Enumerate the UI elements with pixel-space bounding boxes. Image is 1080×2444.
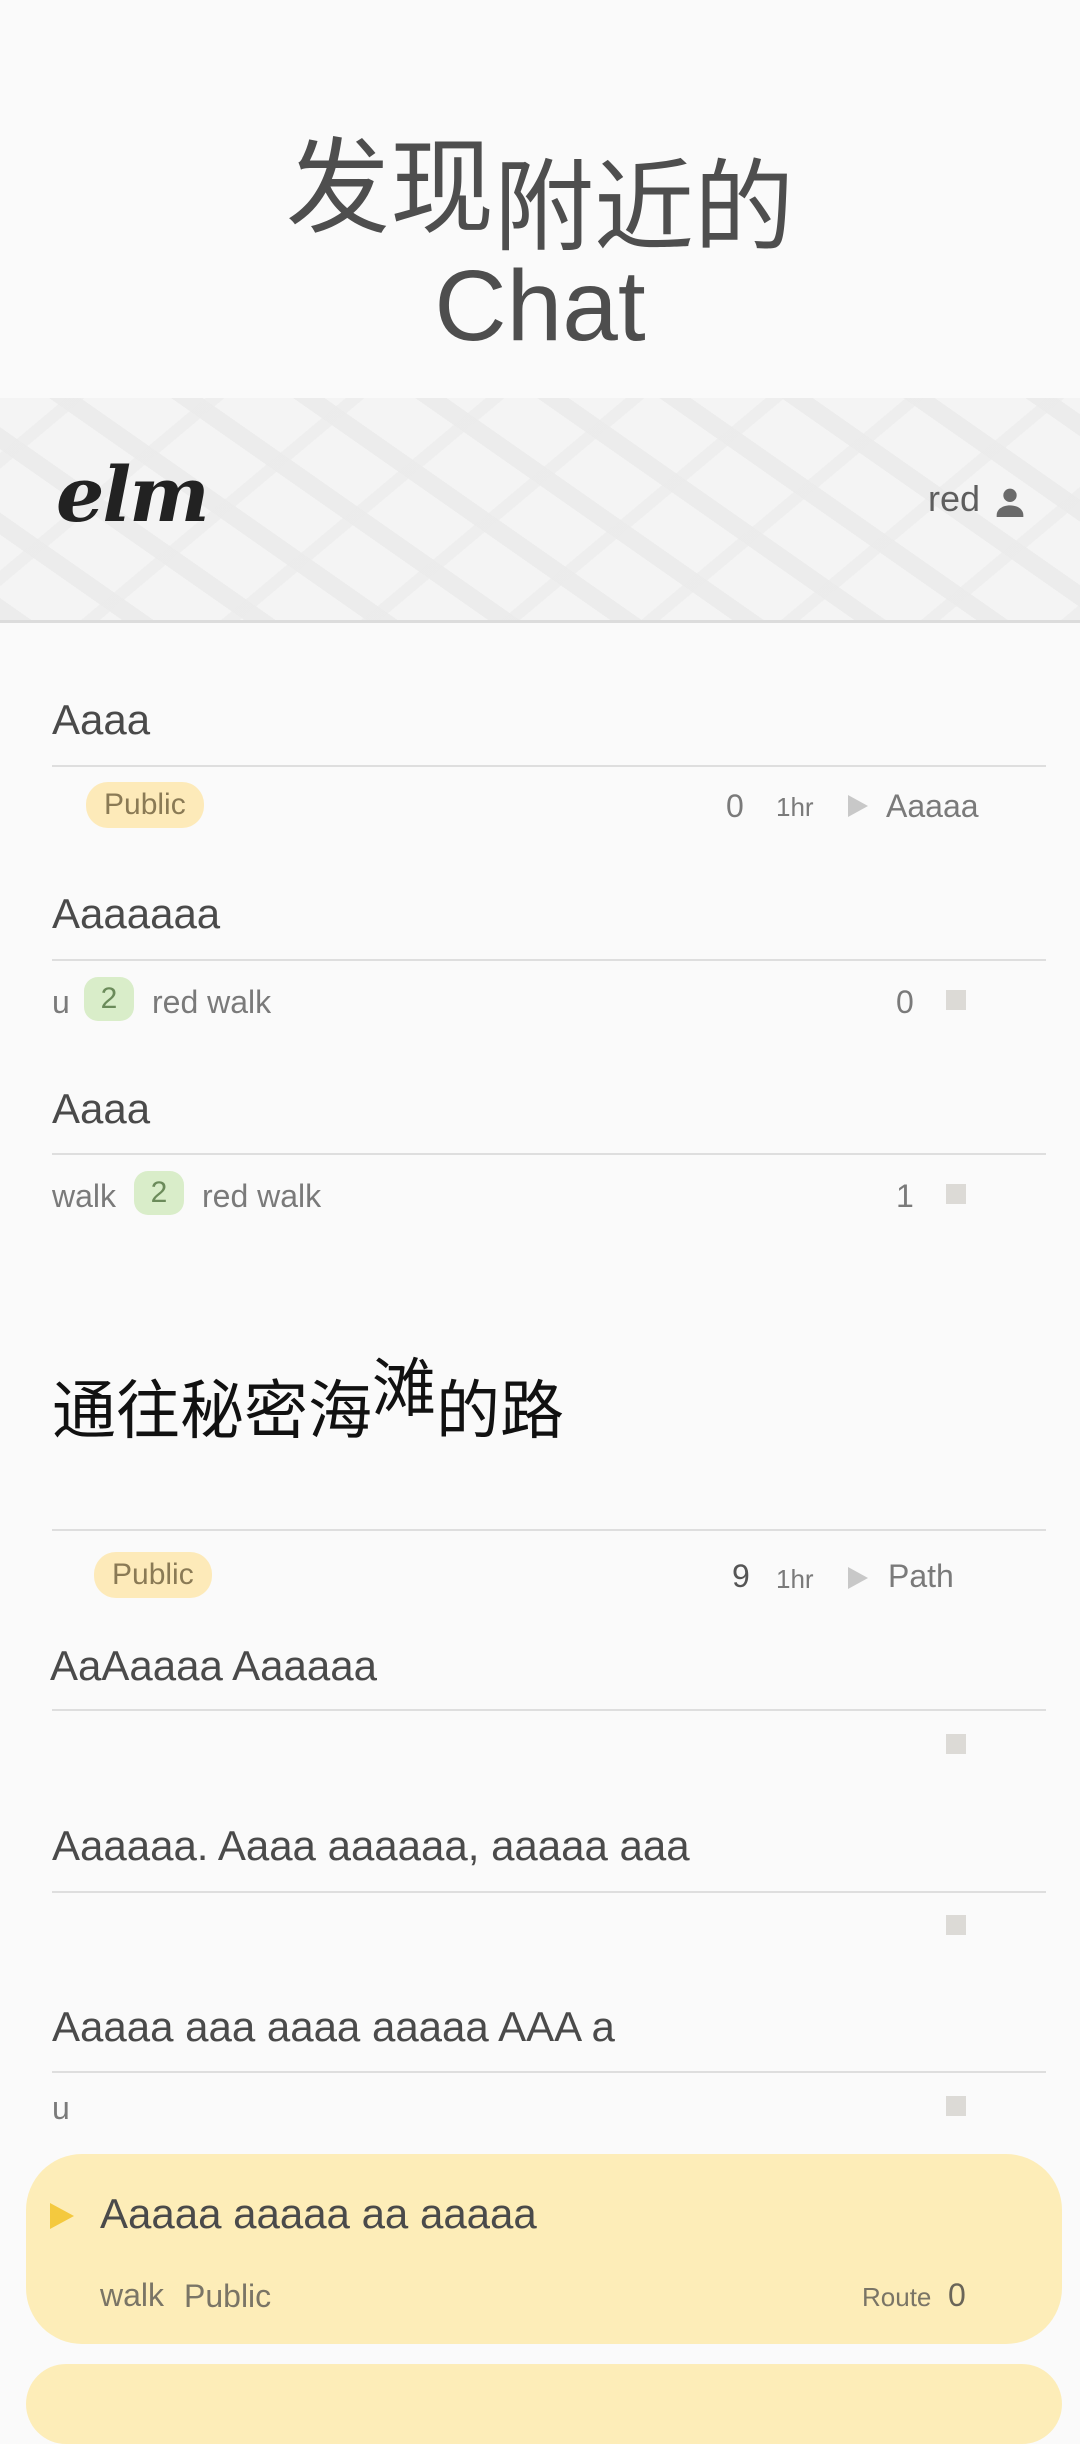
public-tag: Public [86,782,204,828]
card-count: 0 [948,2277,966,2313]
message-count: 1 [896,1178,914,1214]
card-tag: Public [184,2278,272,2314]
section-title-a: 通往秘密海 [52,1375,372,1449]
route-label: Path [888,1558,954,1594]
age-label: 1hr [776,792,814,822]
member-badge: 2 [84,977,134,1021]
username-label[interactable]: red [928,478,980,520]
status-square-icon [946,1734,966,1754]
status-square-icon [946,990,966,1010]
chat-title[interactable]: Aaaa [52,1085,150,1133]
play-icon [848,795,868,817]
section-title-c: 的路 [436,1375,564,1449]
public-tag: Public [94,1552,212,1598]
message-count: 0 [896,984,914,1020]
divider [52,1709,1046,1711]
age-label: 1hr [776,1564,814,1594]
divider [52,1891,1046,1893]
hero-line1-a: 发现 [285,127,494,249]
message-count: 0 [726,788,744,824]
play-icon [50,2203,74,2229]
status-square-icon [946,1184,966,1204]
chat-title[interactable]: Aaaaaaa [52,890,220,938]
member-badge: 2 [134,1171,184,1215]
play-icon [848,1567,868,1589]
message-author: u [52,2090,70,2126]
last-message: Aaaaa [886,788,979,824]
chat-user: walk [52,1178,117,1214]
status-square-icon [946,2096,966,2116]
hero-title: 发现附近的 Chat [0,130,1080,364]
divider [52,765,1046,767]
card-type: Route [862,2282,932,2312]
hero-line1-b: 附近的 [494,149,794,266]
chat-people: red walk [202,1178,322,1214]
app-logo[interactable]: elm [56,450,210,539]
card-user: walk [100,2277,165,2313]
chat-user: u [52,984,70,1020]
divider [52,959,1046,961]
message-text[interactable]: AaAaaaa Aaaaaa [50,1642,377,1690]
message-text[interactable]: Aaaaa aaa aaaa aaaaa AAA a [52,2003,615,2051]
person-icon[interactable] [990,482,1030,522]
route-count: 9 [732,1558,750,1594]
section-title-b: 滩 [372,1353,436,1427]
message-text[interactable]: Aaaaaa. Aaaa aaaaaa, aaaaa aaa [52,1822,690,1870]
section-title: 通往秘密海滩的路 [52,1353,564,1452]
card-title: Aaaaa aaaaa aa aaaaa [100,2190,537,2237]
chat-people: red walk [152,984,272,1020]
divider [52,1529,1046,1531]
route-card[interactable] [26,2154,1062,2344]
status-square-icon [946,1915,966,1935]
chat-title[interactable]: Aaaa [52,696,150,744]
divider [52,1153,1046,1155]
divider [52,2071,1046,2073]
route-card-next[interactable] [26,2364,1062,2444]
